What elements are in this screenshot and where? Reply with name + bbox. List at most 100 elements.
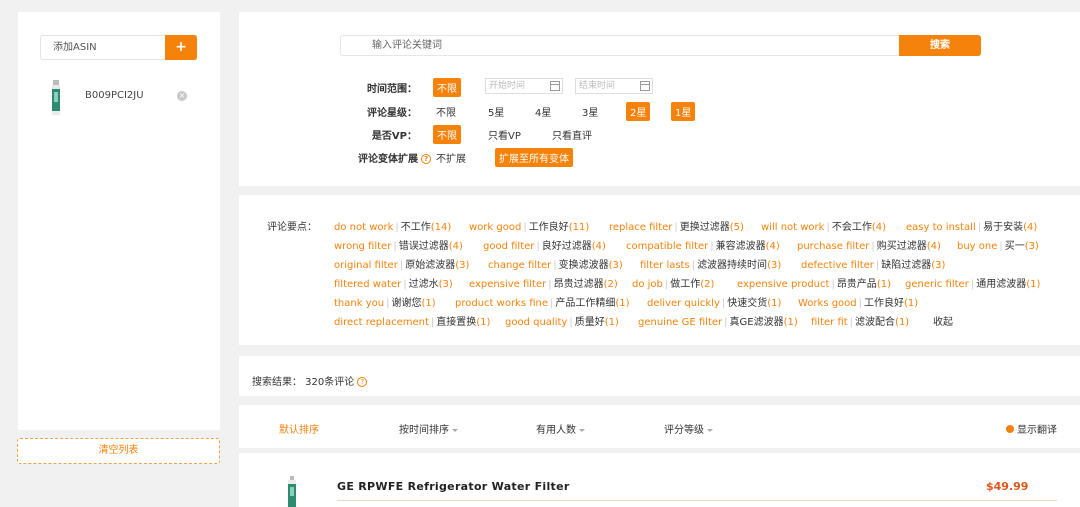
point-separator: | — [403, 279, 407, 290]
end-date-input[interactable]: 结束时间 — [575, 78, 653, 94]
product-title[interactable]: GE RPWFE Refrigerator Water Filter — [337, 480, 570, 493]
rating-option-4[interactable]: 4星 — [535, 104, 551, 119]
point-tag[interactable]: compatible filter | 兼容滤波器(4) — [626, 237, 780, 252]
point-en: generic filter — [905, 279, 969, 290]
asin-item-label[interactable]: B009PCI2JU — [85, 90, 144, 101]
point-count: (1) — [783, 317, 798, 328]
review-points-label: 评论要点： — [267, 222, 317, 233]
point-zh: 滤波配合 — [855, 317, 896, 328]
point-zh: 直接置换 — [436, 317, 477, 328]
point-tag[interactable]: change filter | 变换滤波器(3) — [488, 256, 623, 271]
sort-default[interactable]: 默认排序 — [279, 421, 319, 436]
point-en: filter lasts — [640, 260, 690, 271]
point-tag[interactable]: thank you | 谢谢您(1) — [334, 294, 436, 309]
help-icon[interactable]: ? — [421, 154, 431, 164]
point-count: (1) — [615, 298, 630, 309]
point-count: (4) — [926, 241, 941, 252]
point-tag[interactable]: good quality | 质量好(1) — [505, 313, 619, 328]
point-tag[interactable]: direct replacement | 直接置换(1) — [334, 313, 490, 328]
point-en: do job — [632, 279, 663, 290]
point-tag[interactable]: buy one | 买一(3) — [957, 237, 1039, 252]
point-tag[interactable]: filtered water | 过滤水(3) — [334, 275, 453, 290]
keyword-search-input[interactable]: 输入评论关键词 — [340, 35, 900, 56]
point-zh: 昂贵产品 — [836, 279, 877, 290]
point-zh: 做工作 — [670, 279, 701, 290]
rating-option-5[interactable]: 5星 — [488, 104, 504, 119]
point-en: buy one — [957, 241, 998, 252]
point-en: replace filter — [609, 222, 673, 233]
point-tag[interactable]: purchase filter | 购买过滤器(4) — [797, 237, 941, 252]
vp-option-any[interactable]: 不限 — [433, 125, 461, 144]
variant-option-none[interactable]: 不扩展 — [436, 150, 466, 165]
point-count: (3) — [931, 260, 946, 271]
sort-by-helpful[interactable]: 有用人数 — [536, 421, 585, 436]
chevron-down-icon — [452, 429, 458, 432]
point-count: (4) — [1023, 222, 1038, 233]
chevron-down-icon — [707, 429, 713, 432]
point-tag[interactable]: generic filter | 通用滤波器(1) — [905, 275, 1040, 290]
vp-option-vp-only[interactable]: 只看VP — [488, 127, 521, 142]
sort-by-time[interactable]: 按时间排序 — [399, 421, 458, 436]
result-panel: 搜索结果： 320条评论? — [239, 356, 1080, 396]
point-count: (4) — [448, 241, 463, 252]
sort-by-helpful-label: 有用人数 — [536, 425, 576, 436]
filter-panel: 输入评论关键词 搜索 时间范围： 不限 开始时间 结束时间 评论星级： 不限 5… — [239, 12, 1080, 186]
point-separator: | — [831, 279, 835, 290]
point-tag[interactable]: original filter | 原始滤波器(3) — [334, 256, 469, 271]
point-en: good quality — [505, 317, 568, 328]
point-tag[interactable]: will not work | 不会工作(4) — [761, 218, 886, 233]
point-zh: 良好过滤器 — [541, 241, 592, 252]
help-icon[interactable]: ? — [357, 377, 368, 387]
rating-option-3[interactable]: 3星 — [582, 104, 598, 119]
vp-option-direct-only[interactable]: 只看直评 — [552, 127, 592, 142]
point-en: original filter — [334, 260, 398, 271]
collapse-link[interactable]: 收起 — [933, 313, 953, 328]
point-tag[interactable]: good filter | 良好过滤器(4) — [483, 237, 606, 252]
point-tag[interactable]: easy to install | 易于安装(4) — [906, 218, 1037, 233]
point-tag[interactable]: defective filter | 缺陷过滤器(3) — [801, 256, 945, 271]
point-tag[interactable]: do job | 做工作(2) — [632, 275, 714, 290]
show-translation-toggle[interactable]: 显示翻译 — [1006, 421, 1057, 436]
point-tag[interactable]: replace filter | 更换过滤器(5) — [609, 218, 744, 233]
point-separator: | — [721, 298, 726, 309]
point-separator: | — [399, 260, 404, 271]
point-tag[interactable]: wrong filter | 错误过滤器(4) — [334, 237, 463, 252]
point-zh: 不工作 — [400, 222, 431, 233]
search-button[interactable]: 搜索 — [899, 35, 981, 56]
point-tag[interactable]: filter lasts | 滤波器持续时间(3) — [640, 256, 781, 271]
calendar-icon — [550, 81, 560, 91]
point-tag[interactable]: filter fit | 滤波配合(1) — [811, 313, 909, 328]
point-separator: | — [386, 298, 390, 309]
point-tag[interactable]: deliver quickly | 快速交货(1) — [647, 294, 781, 309]
sort-by-rating[interactable]: 评分等级 — [664, 421, 713, 436]
point-tag[interactable]: Works good | 工作良好(1) — [798, 294, 918, 309]
remove-asin-icon[interactable]: × — [177, 91, 187, 101]
clear-list-button[interactable]: 清空列表 — [17, 438, 220, 464]
point-zh: 工作良好 — [528, 222, 569, 233]
point-tag[interactable]: expensive filter | 昂贵过滤器(2) — [469, 275, 618, 290]
point-count: (1) — [421, 298, 436, 309]
rating-option-2[interactable]: 2星 — [626, 102, 651, 121]
time-option-any[interactable]: 不限 — [433, 78, 461, 97]
add-asin-button[interactable]: + — [165, 35, 197, 60]
point-tag[interactable]: genuine GE filter | 真GE滤波器(1) — [638, 313, 798, 328]
point-zh: 买一 — [1004, 241, 1025, 252]
point-count: (1) — [767, 298, 782, 309]
point-tag[interactable]: product works fine | 产品工作精细(1) — [455, 294, 630, 309]
point-separator: | — [724, 317, 728, 328]
point-tag[interactable]: work good | 工作良好(11) — [469, 218, 589, 233]
point-separator: | — [664, 279, 669, 290]
start-date-input[interactable]: 开始时间 — [485, 78, 563, 94]
rating-option-any[interactable]: 不限 — [436, 104, 456, 119]
rating-option-1[interactable]: 1星 — [671, 102, 696, 121]
point-separator: | — [858, 298, 863, 309]
start-date-placeholder: 开始时间 — [489, 81, 526, 91]
point-en: defective filter — [801, 260, 874, 271]
point-zh: 产品工作精细 — [555, 298, 616, 309]
point-en: product works fine — [455, 298, 549, 309]
point-separator: | — [553, 260, 557, 271]
point-tag[interactable]: expensive product | 昂贵产品(1) — [737, 275, 891, 290]
point-en: deliver quickly — [647, 298, 720, 309]
variant-option-all[interactable]: 扩展至所有变体 — [495, 148, 573, 167]
point-tag[interactable]: do not work | 不工作(14) — [334, 218, 451, 233]
